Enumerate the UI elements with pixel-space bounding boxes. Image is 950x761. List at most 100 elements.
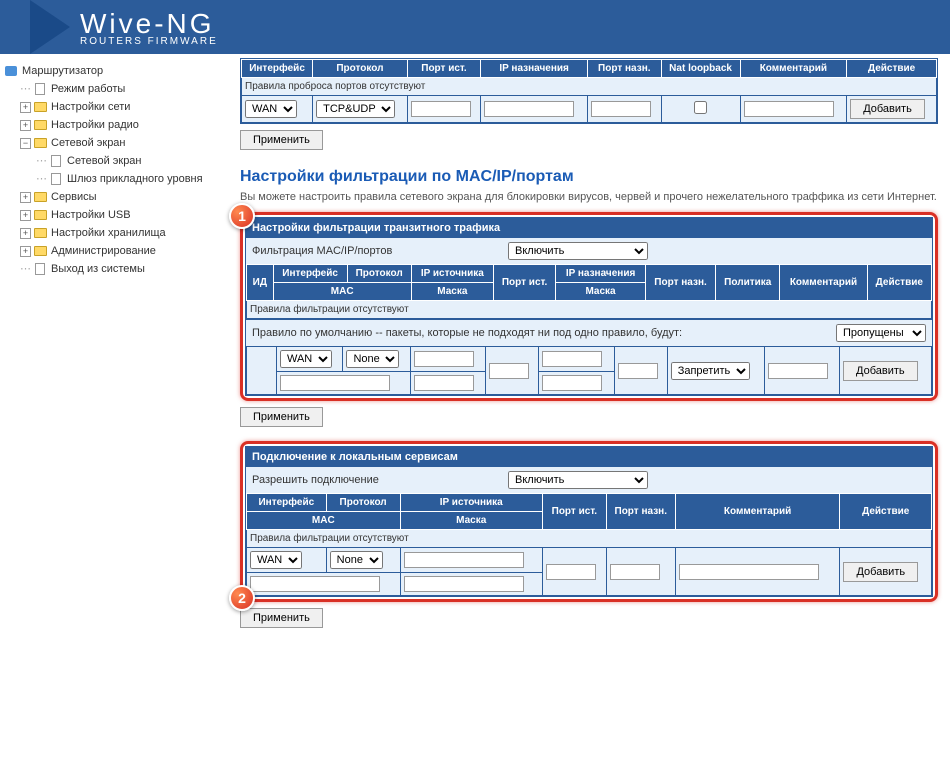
- transit-proto[interactable]: None: [346, 350, 399, 368]
- local-comment[interactable]: [679, 564, 819, 580]
- collapse-icon[interactable]: −: [20, 138, 31, 149]
- nav-admin[interactable]: +Администрирование: [4, 242, 236, 260]
- local-add[interactable]: Добавить: [843, 562, 918, 582]
- transit-mask1[interactable]: [414, 375, 474, 391]
- local-enable-row: Разрешить подключение Включить: [246, 467, 932, 493]
- local-mask[interactable]: [404, 576, 524, 592]
- portfw-add[interactable]: Добавить: [850, 99, 925, 119]
- local-table: Интерфейс Протокол IP источника Порт ист…: [246, 493, 932, 596]
- h-dstip: IP назначения: [481, 60, 588, 78]
- portfw-iface[interactable]: WAN: [245, 100, 297, 118]
- nav-logout[interactable]: ⋯Выход из системы: [4, 260, 236, 278]
- transit-dstip[interactable]: [542, 351, 602, 367]
- logo-triangle-icon: [30, 0, 70, 54]
- transit-add[interactable]: Добавить: [843, 361, 918, 381]
- transit-apply[interactable]: Применить: [240, 407, 323, 427]
- transit-srcport[interactable]: [489, 363, 529, 379]
- h-action: Действие: [840, 494, 932, 530]
- transit-enable-row: Фильтрация MAC/IP/портов Включить: [246, 238, 932, 264]
- nav-mode[interactable]: ⋯Режим работы: [4, 80, 236, 98]
- page-icon: [51, 173, 61, 185]
- expand-icon[interactable]: +: [20, 102, 31, 113]
- nav-storage[interactable]: +Настройки хранилища: [4, 224, 236, 242]
- transit-policy[interactable]: Запретить: [671, 362, 750, 380]
- local-mac[interactable]: [250, 576, 380, 592]
- transit-iface[interactable]: WAN: [280, 350, 332, 368]
- nav-firewall[interactable]: −Сетевой экран: [4, 134, 236, 152]
- h-iface: Интерфейс: [247, 494, 327, 512]
- filter-enable-select[interactable]: Включить: [508, 242, 648, 260]
- expand-icon[interactable]: +: [20, 246, 31, 257]
- h-mask2: Маска: [556, 283, 646, 301]
- nav-router[interactable]: Маршрутизатор: [4, 62, 236, 80]
- nav-services[interactable]: +Сервисы: [4, 188, 236, 206]
- page-icon: [35, 83, 45, 95]
- h-mac: MAC: [247, 512, 401, 530]
- transit-mac[interactable]: [280, 375, 390, 391]
- h-srcport: Порт ист.: [493, 265, 555, 301]
- h-policy: Политика: [716, 265, 780, 301]
- h-comment: Комментарий: [780, 265, 867, 301]
- local-enable-select[interactable]: Включить: [508, 471, 648, 489]
- local-proto[interactable]: None: [330, 551, 383, 569]
- local-dstport[interactable]: [610, 564, 660, 580]
- portfw-panel: Интерфейс Протокол Порт ист. IP назначен…: [240, 58, 938, 124]
- folder-icon: [34, 192, 47, 202]
- transit-mask2[interactable]: [542, 375, 602, 391]
- h-comment: Комментарий: [740, 60, 847, 78]
- page-icon: [51, 155, 61, 167]
- h-action: Действие: [847, 60, 937, 78]
- h-dstip: IP назначения: [556, 265, 646, 283]
- local-panel: Подключение к локальным сервисам Разреши…: [245, 446, 933, 597]
- h-dstport: Порт назн.: [587, 60, 661, 78]
- portfw-table: Интерфейс Протокол Порт ист. IP назначен…: [241, 59, 937, 123]
- transit-empty: Правила фильтрации отсутствуют: [247, 301, 932, 319]
- local-srcip[interactable]: [404, 552, 524, 568]
- nav-net[interactable]: +Настройки сети: [4, 98, 236, 116]
- local-apply[interactable]: Применить: [240, 608, 323, 628]
- filter-title: Настройки фильтрации по MAC/IP/портам: [240, 168, 938, 186]
- nav-firewall-sub[interactable]: ⋯Сетевой экран: [4, 152, 236, 170]
- local-iface[interactable]: WAN: [250, 551, 302, 569]
- folder-icon: [34, 102, 47, 112]
- transit-dstport[interactable]: [618, 363, 658, 379]
- h-mac: MAC: [273, 283, 411, 301]
- portfw-srcport[interactable]: [411, 101, 471, 117]
- expand-icon[interactable]: +: [20, 228, 31, 239]
- router-icon: [5, 66, 17, 76]
- portfw-empty: Правила проброса портов отсутствуют: [242, 78, 937, 96]
- portfw-dstip[interactable]: [484, 101, 574, 117]
- transit-header: Настройки фильтрации транзитного трафика: [246, 218, 932, 238]
- highlight-2: 2 Подключение к локальным сервисам Разре…: [240, 441, 938, 602]
- transit-comment[interactable]: [768, 363, 828, 379]
- h-nat: Nat loopback: [661, 60, 740, 78]
- portfw-natloop[interactable]: [694, 101, 707, 114]
- portfw-dstport[interactable]: [591, 101, 651, 117]
- expand-icon[interactable]: +: [20, 210, 31, 221]
- nav-radio[interactable]: +Настройки радио: [4, 116, 236, 134]
- default-rule-select[interactable]: Пропущены: [836, 324, 926, 342]
- h-proto: Протокол: [326, 494, 400, 512]
- page-icon: [35, 263, 45, 275]
- portfw-proto[interactable]: TCP&UDP: [316, 100, 395, 118]
- portfw-comment[interactable]: [744, 101, 834, 117]
- h-iface: Интерфейс: [242, 60, 313, 78]
- filter-desc: Вы можете настроить правила сетевого экр…: [240, 190, 938, 204]
- transit-table: ИД Интерфейс Протокол IP источника Порт …: [246, 264, 932, 319]
- nav-alg[interactable]: ⋯Шлюз прикладного уровня: [4, 170, 236, 188]
- folder-icon: [34, 246, 47, 256]
- expand-icon[interactable]: +: [20, 120, 31, 131]
- transit-srcip[interactable]: [414, 351, 474, 367]
- nav-tree: Маршрутизатор ⋯Режим работы +Настройки с…: [0, 54, 240, 662]
- expand-icon[interactable]: +: [20, 192, 31, 203]
- h-mask: Маска: [400, 512, 542, 530]
- h-srcip: IP источника: [400, 494, 542, 512]
- local-header: Подключение к локальным сервисам: [246, 447, 932, 467]
- portfw-apply[interactable]: Применить: [240, 130, 323, 150]
- nav-usb[interactable]: +Настройки USB: [4, 206, 236, 224]
- transit-input-table: WAN None Запретить Добавить: [246, 346, 932, 395]
- h-mask: Маска: [411, 283, 493, 301]
- default-rule-label: Правило по умолчанию -- пакеты, которые …: [252, 327, 682, 339]
- h-srcport: Порт ист.: [542, 494, 606, 530]
- local-srcport[interactable]: [546, 564, 596, 580]
